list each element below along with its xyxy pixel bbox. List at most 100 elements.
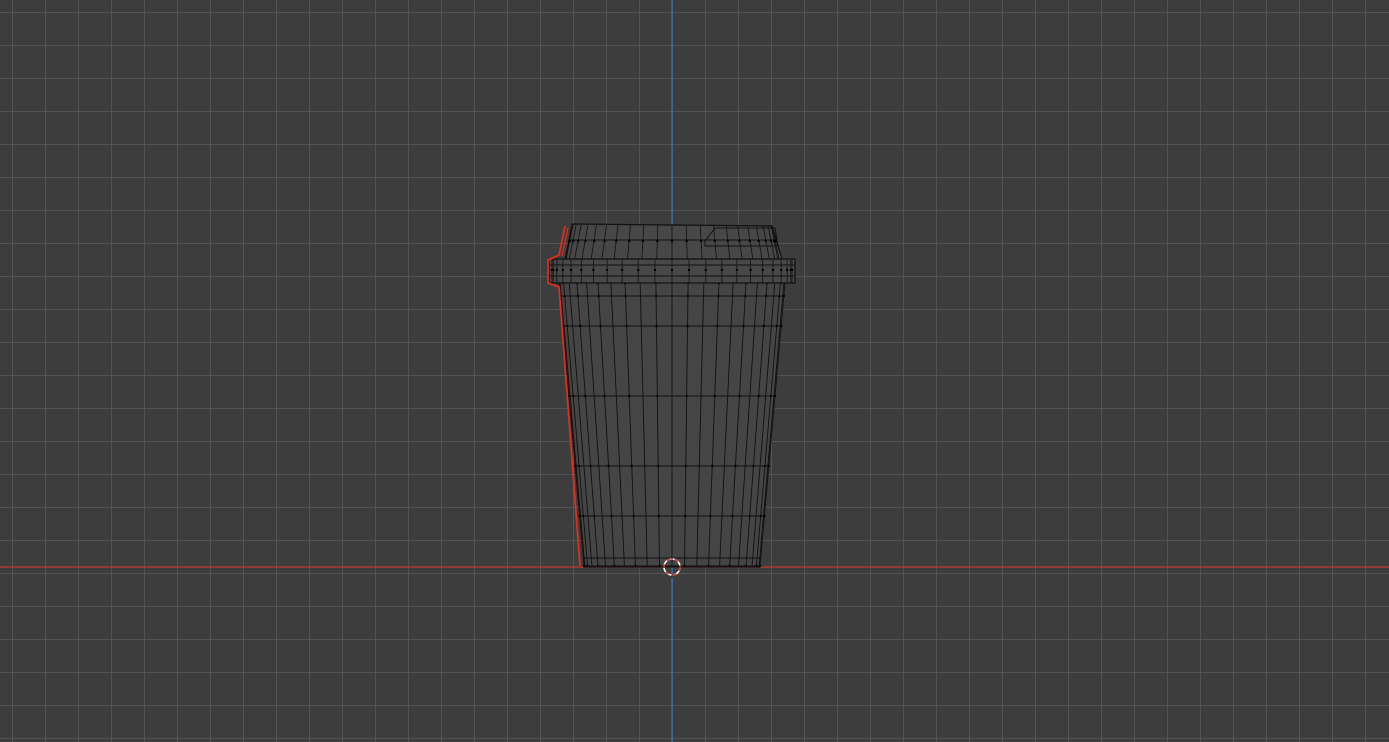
cup-vertex: [566, 324, 569, 328]
cup-vertex: [653, 268, 657, 272]
cup-vertex: [654, 294, 658, 298]
cup-vertex: [713, 239, 716, 243]
cup-vertex: [578, 514, 581, 518]
cup-vertex: [759, 514, 762, 518]
cup-vertex: [567, 239, 571, 243]
cup-vertex: [569, 268, 573, 272]
cup-vertex: [632, 514, 635, 518]
cup-vertex: [744, 294, 747, 298]
cup-vertex: [592, 268, 595, 272]
cup-vertex: [561, 268, 565, 272]
cup-vertex: [773, 394, 777, 398]
cup-vertex: [577, 464, 581, 468]
cup-vertex: [764, 294, 768, 298]
cup-vertex: [716, 324, 719, 328]
cup-vertex: [555, 268, 559, 272]
cup-vertex: [683, 514, 687, 518]
cup-vertex: [597, 294, 600, 298]
cup-vertex: [573, 464, 577, 468]
cup-vertex: [599, 324, 602, 328]
cup-vertex: [657, 464, 660, 468]
cup-vertex: [782, 294, 786, 298]
cup-vertex: [603, 239, 606, 243]
cup-vertex: [772, 239, 776, 243]
cup-vertex: [620, 268, 624, 272]
cup-vertex: [592, 239, 596, 243]
cup-vertex: [636, 268, 640, 272]
cup-vertex: [578, 324, 582, 328]
cup-vertex: [584, 239, 587, 243]
cup-vertex: [699, 239, 703, 243]
cup-mesh[interactable]: [547, 223, 796, 568]
cup-vertex: [752, 464, 755, 468]
cup-vertex: [655, 324, 658, 328]
cup-vertex: [738, 394, 741, 398]
cup-vertex: [717, 294, 720, 298]
cup-vertex: [757, 394, 760, 398]
cup-vertex: [785, 268, 789, 272]
cup-vertex: [761, 268, 764, 272]
cup-vertex: [738, 239, 741, 243]
cup-vertex: [762, 324, 766, 328]
cup-vertex: [610, 514, 613, 518]
cup-vertex: [628, 394, 631, 398]
cup-vertex: [726, 239, 729, 243]
cup-vertex: [748, 239, 752, 243]
cup-vertex: [686, 324, 689, 328]
cup-vertex: [670, 239, 674, 243]
cup-vertex: [550, 268, 554, 272]
cup-vertex: [779, 268, 783, 272]
cup-vertex: [686, 294, 690, 298]
cup-vertex: [711, 464, 714, 468]
cup-vertex: [582, 514, 585, 518]
cup-vertex: [771, 268, 775, 272]
cup-vertex: [605, 268, 609, 272]
cup-vertex: [780, 324, 783, 328]
cup-vertex: [657, 514, 661, 518]
cup-vertex: [577, 239, 580, 243]
cup-vertex: [628, 239, 631, 243]
cup-vertex: [656, 394, 659, 398]
cup-vertex: [731, 514, 734, 518]
cup-vertex: [757, 239, 760, 243]
cup-vertex: [580, 268, 583, 272]
cup-vertex: [576, 294, 580, 298]
cup-vertex: [603, 394, 606, 398]
cup-vertex: [624, 294, 627, 298]
cup-vertex: [735, 268, 739, 272]
cup-vertex: [625, 324, 628, 328]
cup-vertex: [687, 268, 691, 272]
cup-vertex: [769, 239, 773, 243]
cup-vertex: [584, 394, 587, 398]
cup-vertex: [630, 464, 633, 468]
cup-vertex: [641, 239, 645, 243]
3d-viewport[interactable]: [0, 0, 1389, 742]
cup-vertex: [571, 239, 575, 243]
cup-vertex: [593, 514, 596, 518]
cup-vertex: [778, 294, 781, 298]
cup-vertex: [748, 514, 751, 518]
cup-vertex: [685, 239, 688, 243]
cup-vertex: [763, 514, 766, 518]
cup-vertex: [571, 394, 575, 398]
cup-vertex: [763, 464, 767, 468]
cup-vertex: [670, 268, 674, 272]
cup-vertex: [734, 464, 737, 468]
cup-vertex: [684, 464, 687, 468]
cup-vertex: [769, 394, 773, 398]
cup-vertex: [615, 239, 618, 243]
cup-vertex: [764, 239, 767, 243]
cup-vertex: [589, 464, 592, 468]
cup-vertex: [749, 268, 752, 272]
cup-vertex: [685, 394, 688, 398]
cup-vertex: [709, 514, 712, 518]
cup-vertex: [656, 239, 659, 243]
cup-vertex: [742, 324, 745, 328]
cup-vertex: [720, 268, 724, 272]
cup-vertex: [767, 464, 771, 468]
cup-vertex: [607, 464, 610, 468]
viewport-scene[interactable]: [0, 0, 1389, 742]
cup-vertex: [563, 294, 566, 298]
cup-vertex: [775, 324, 778, 328]
cup-vertex: [789, 268, 792, 272]
